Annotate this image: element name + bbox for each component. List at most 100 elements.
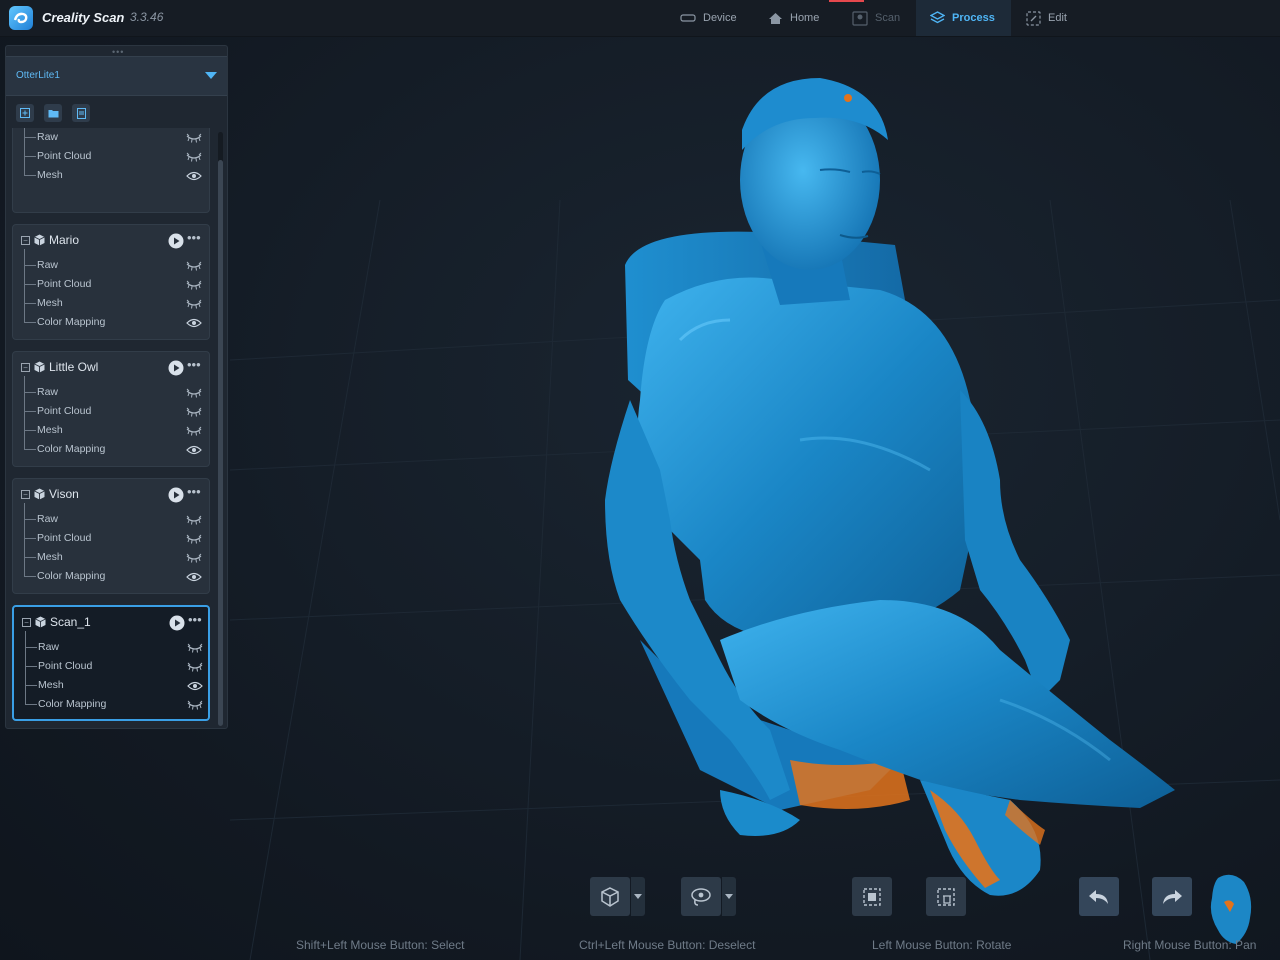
project-card[interactable]: Raw Point Cloud Mesh — [12, 128, 210, 213]
layer-label: Raw — [38, 641, 60, 653]
nav-scan[interactable]: Scan — [838, 0, 914, 36]
collapse-toggle-icon[interactable]: − — [21, 490, 30, 499]
lasso-select-button[interactable] — [681, 877, 721, 916]
device-dropdown[interactable]: OtterLite1 — [6, 56, 227, 96]
layer-row[interactable]: Color Mapping — [24, 567, 202, 586]
more-options-icon[interactable]: ••• — [187, 230, 201, 245]
tree-branch — [24, 449, 36, 450]
layer-row[interactable]: Point Cloud — [24, 275, 202, 294]
layer-row[interactable]: Mesh — [25, 676, 203, 695]
layer-row[interactable]: Point Cloud — [25, 657, 203, 676]
delete-selection-icon — [937, 887, 955, 906]
nav-process[interactable]: Process — [916, 0, 1011, 36]
play-icon[interactable] — [169, 615, 185, 631]
layer-row[interactable]: Mesh — [24, 421, 202, 440]
eye-icon[interactable] — [186, 442, 202, 460]
eye-closed-icon[interactable] — [186, 531, 202, 549]
project-list-scrollbar[interactable] — [218, 132, 223, 726]
app-logo-icon — [9, 6, 33, 30]
eye-icon[interactable] — [186, 315, 202, 333]
layer-row[interactable]: Raw — [24, 383, 202, 402]
eye-icon[interactable] — [186, 168, 202, 186]
eye-closed-icon[interactable] — [186, 277, 202, 295]
project-list: Raw Point Cloud Mesh − Mario ••• Raw Point Clou… — [12, 128, 212, 726]
layer-row[interactable]: Raw — [24, 256, 202, 275]
tree-branch — [24, 303, 36, 304]
eye-closed-icon[interactable] — [186, 149, 202, 167]
more-options-icon[interactable]: ••• — [187, 484, 201, 499]
eye-closed-icon[interactable] — [186, 512, 202, 530]
layer-label: Color Mapping — [37, 316, 106, 328]
eye-closed-icon[interactable] — [186, 296, 202, 314]
project-card[interactable]: − Little Owl ••• Raw Point Cloud Mesh Color Ma… — [12, 351, 210, 467]
layer-row[interactable]: Raw — [25, 638, 203, 657]
lasso-select-dropdown[interactable] — [722, 877, 736, 916]
layer-row[interactable]: Mesh — [24, 166, 202, 185]
redo-button[interactable] — [1152, 877, 1192, 916]
layer-label: Point Cloud — [38, 660, 93, 672]
eye-closed-icon[interactable] — [186, 130, 202, 148]
collapse-toggle-icon[interactable]: − — [21, 236, 30, 245]
select-all-icon — [863, 887, 881, 906]
eye-closed-icon[interactable] — [187, 659, 203, 677]
project-header[interactable]: − Little Owl ••• — [19, 357, 203, 376]
more-options-icon[interactable]: ••• — [187, 357, 201, 372]
eye-icon[interactable] — [186, 569, 202, 587]
cube-icon — [35, 616, 46, 628]
eye-closed-icon[interactable] — [186, 385, 202, 403]
project-card[interactable]: − Mario ••• Raw Point Cloud Mesh Color Mapping — [12, 224, 210, 340]
layer-row[interactable]: Point Cloud — [24, 147, 202, 166]
layer-row[interactable]: Color Mapping — [25, 695, 203, 714]
eye-closed-icon[interactable] — [187, 697, 203, 715]
project-card[interactable]: − Vison ••• Raw Point Cloud Mesh Color Mapping — [12, 478, 210, 594]
collapse-toggle-icon[interactable]: − — [21, 363, 30, 372]
eye-closed-icon[interactable] — [186, 404, 202, 422]
project-name: Vison — [49, 487, 79, 501]
cube-icon — [34, 234, 45, 246]
eye-icon[interactable] — [187, 678, 203, 696]
new-project-button[interactable] — [16, 104, 34, 122]
layer-row[interactable]: Color Mapping — [24, 313, 202, 332]
tree-branch — [24, 322, 36, 323]
play-icon[interactable] — [168, 233, 184, 249]
project-header[interactable]: − Mario ••• — [19, 230, 203, 249]
project-card[interactable]: − Scan_1 ••• Raw Point Cloud Mesh Color Mappin… — [12, 605, 210, 721]
layer-row[interactable]: Point Cloud — [24, 529, 202, 548]
view-mode-button[interactable] — [590, 877, 630, 916]
save-project-button[interactable] — [72, 104, 90, 122]
more-options-icon[interactable]: ••• — [188, 612, 202, 627]
nav-home[interactable]: Home — [754, 0, 833, 36]
layer-label: Raw — [37, 386, 59, 398]
delete-selection-button[interactable] — [926, 877, 966, 916]
play-icon[interactable] — [168, 487, 184, 503]
invert-selection-button[interactable] — [852, 877, 892, 916]
layer-label: Raw — [37, 513, 59, 525]
eye-closed-icon[interactable] — [186, 550, 202, 568]
layer-label: Mesh — [37, 169, 63, 181]
layer-row[interactable]: Mesh — [24, 548, 202, 567]
view-mode-dropdown[interactable] — [631, 877, 645, 916]
nav-device[interactable]: Device — [666, 0, 751, 36]
app-title: Creality Scan — [42, 10, 125, 25]
layer-row[interactable]: Raw — [24, 128, 202, 147]
project-header[interactable]: − Vison ••• — [19, 484, 203, 503]
eye-closed-icon[interactable] — [187, 640, 203, 658]
undo-button[interactable] — [1079, 877, 1119, 916]
collapse-toggle-icon[interactable]: − — [22, 618, 31, 627]
project-name: Little Owl — [49, 360, 99, 374]
project-header[interactable]: − Scan_1 ••• — [20, 612, 204, 631]
open-folder-button[interactable] — [44, 104, 62, 122]
scan-icon — [852, 10, 868, 26]
eye-closed-icon[interactable] — [186, 258, 202, 276]
eye-closed-icon[interactable] — [186, 423, 202, 441]
layer-row[interactable]: Raw — [24, 510, 202, 529]
layer-row[interactable]: Mesh — [24, 294, 202, 313]
tree-branch — [24, 156, 36, 157]
app-version: 3.3.46 — [130, 10, 164, 24]
layer-row[interactable]: Point Cloud — [24, 402, 202, 421]
scrollbar-thumb[interactable] — [218, 160, 223, 726]
nav-edit[interactable]: Edit — [1012, 0, 1081, 36]
plus-icon — [20, 108, 30, 118]
play-icon[interactable] — [168, 360, 184, 376]
layer-row[interactable]: Color Mapping — [24, 440, 202, 459]
